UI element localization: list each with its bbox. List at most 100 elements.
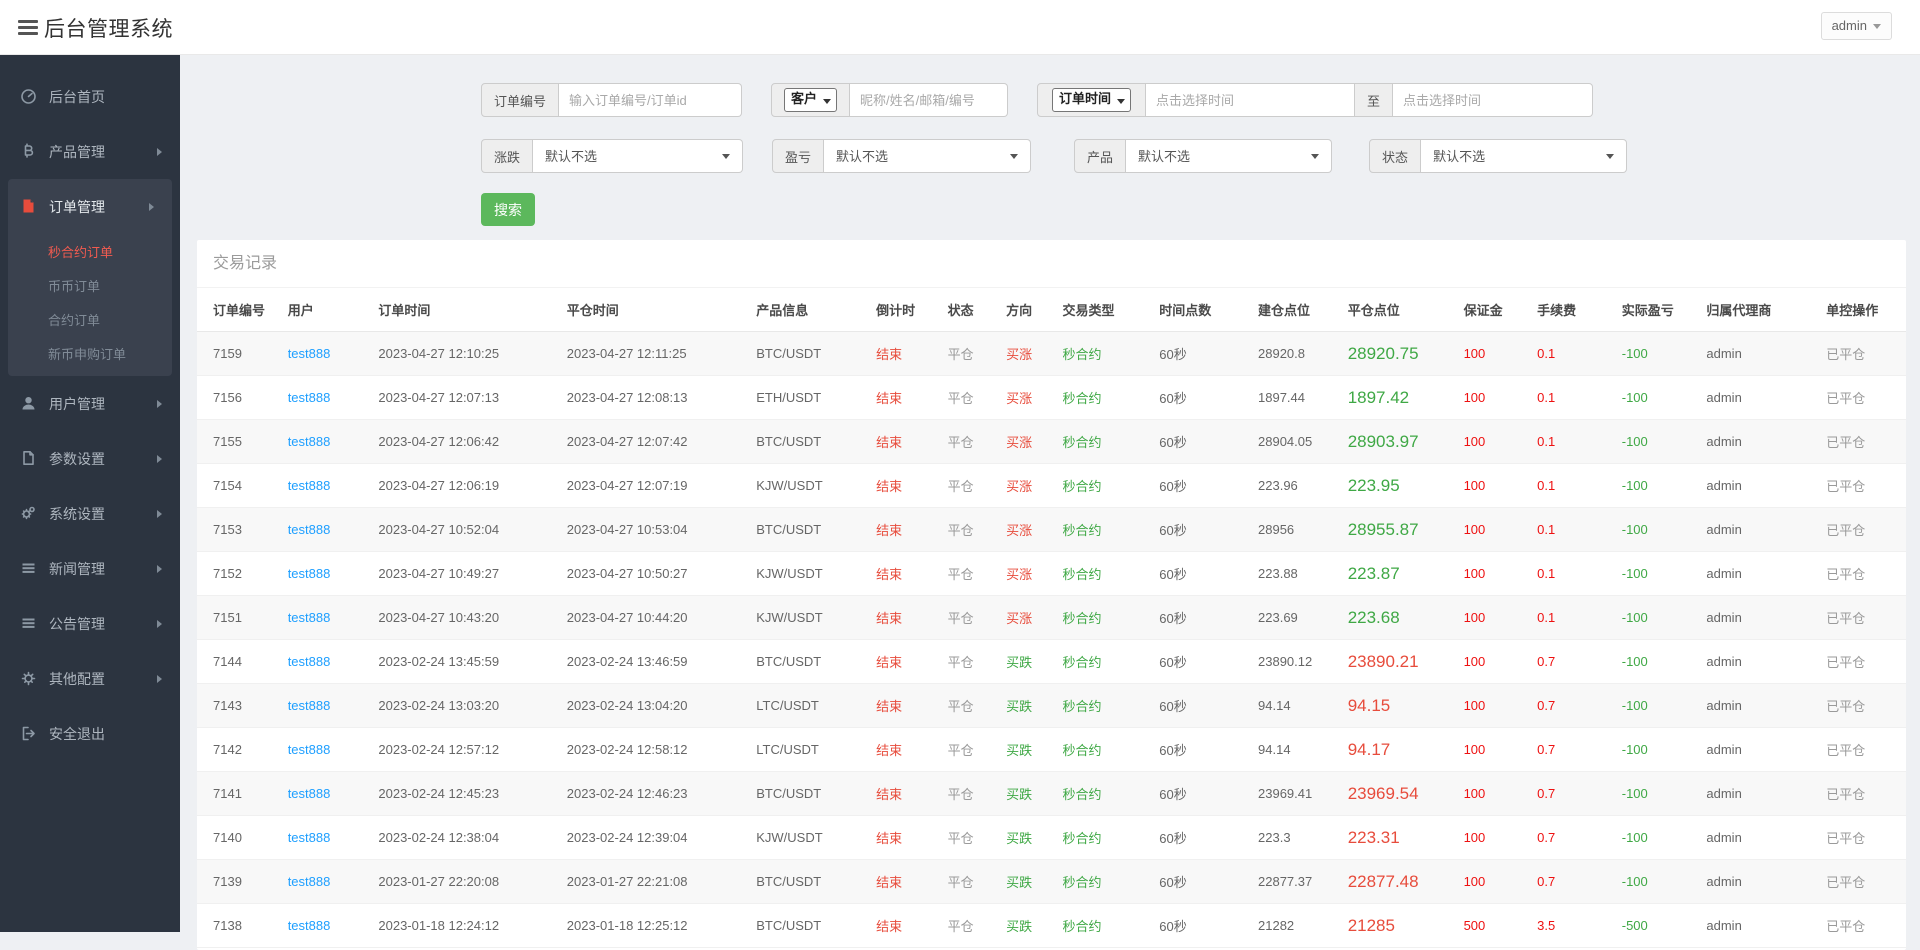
cell-user[interactable]: test888 (288, 464, 379, 508)
cell-open_time: 2023-04-27 12:10:25 (378, 346, 500, 361)
sidebar-subitem-sec-orders[interactable]: 秒合约订单 (8, 234, 172, 268)
cell-close_price: 23890.21 (1347, 651, 1419, 671)
cell-open_price: 94.14 (1258, 698, 1291, 713)
sidebar-item-label: 安全退出 (49, 725, 105, 742)
cell-fee: 0.1 (1537, 478, 1556, 493)
cell-id: 7143 (213, 698, 242, 713)
cell-action: 已平仓 (1826, 523, 1866, 538)
sidebar-subitem-coin-orders[interactable]: 币币订单 (8, 268, 172, 302)
cell-id: 7159 (213, 346, 242, 361)
column-header-user: 用户 (287, 288, 379, 332)
cell-action: 已平仓 (1826, 479, 1866, 494)
updown-label: 涨跌 (481, 139, 534, 173)
sidebar-item-logout[interactable]: 安全退出 (0, 706, 180, 761)
product-select[interactable]: 默认不选 (1126, 140, 1332, 172)
search-button[interactable]: 搜索 (481, 193, 535, 226)
customer-input[interactable] (850, 83, 1009, 117)
cell-status: 平仓 (947, 831, 974, 846)
cell-user[interactable]: test888 (288, 508, 379, 552)
cell-user[interactable]: test888 (288, 332, 379, 376)
chevron-right-icon (157, 619, 162, 628)
sidebar-item-orders[interactable]: 订单管理 (8, 179, 172, 234)
profit-select[interactable]: 默认不选 (824, 140, 1031, 172)
cell-user[interactable]: test888 (288, 640, 379, 684)
column-header-countdown: 倒计时 (876, 288, 948, 332)
sidebar-item-news[interactable]: 新闻管理 (0, 541, 180, 596)
cell-open_price: 28920.8 (1258, 346, 1306, 361)
updown-select[interactable]: 默认不选 (533, 140, 743, 172)
menu-toggle-icon[interactable] (18, 20, 38, 35)
column-header-status: 状态 (947, 288, 1007, 332)
cell-open_price: 223.88 (1258, 566, 1298, 581)
sidebar-item-home[interactable]: 后台首页 (0, 69, 180, 124)
cell-fee: 0.7 (1537, 874, 1556, 889)
cell-close_time: 2023-04-27 12:07:19 (566, 478, 688, 493)
cell-open_time: 2023-01-18 12:24:12 (378, 918, 500, 933)
cell-status: 平仓 (947, 479, 974, 494)
cell-trade_type: 秒合约 (1062, 787, 1102, 802)
cell-period: 60秒 (1159, 831, 1187, 846)
cell-period: 60秒 (1159, 567, 1187, 582)
cell-user[interactable]: test888 (288, 420, 379, 464)
sidebar-item-params[interactable]: 参数设置 (0, 431, 180, 486)
cell-agent: admin (1706, 434, 1742, 449)
cell-action: 已平仓 (1826, 347, 1866, 362)
table-row: 7155 test888 2023-04-27 12:06:42 2023-04-27… (197, 419, 1906, 464)
cell-user[interactable]: test888 (288, 552, 379, 596)
cell-open_price: 23969.41 (1258, 786, 1313, 801)
cell-user[interactable]: test888 (288, 728, 379, 772)
admin-dropdown[interactable]: admin (1820, 12, 1892, 40)
time-type-select[interactable]: 订单时间 (1053, 89, 1131, 108)
sidebar-item-label: 新闻管理 (49, 560, 105, 577)
cell-profit: -100 (1621, 346, 1648, 361)
sidebar-item-label: 公告管理 (49, 615, 105, 632)
cell-open_price: 94.14 (1258, 742, 1291, 757)
cell-period: 60秒 (1159, 479, 1187, 494)
cell-agent: admin (1706, 698, 1742, 713)
cell-fee: 3.5 (1537, 918, 1556, 933)
bitcoin-icon (24, 143, 34, 158)
cell-close_time: 2023-02-24 12:39:04 (566, 830, 688, 845)
column-header-id: 订单编号 (197, 288, 288, 332)
cell-user[interactable]: test888 (288, 904, 379, 948)
trade-records-table: 订单编号 用户 订单时间 平仓时间 产品信息 倒计时 状态 方向 交易类型 时间点数 建仓点位 平仓点… (197, 288, 1906, 948)
customer-type-select[interactable]: 客户 (785, 89, 837, 108)
app-title: 后台管理系统 (44, 18, 173, 41)
sidebar-item-products[interactable]: 产品管理 (0, 124, 180, 179)
cell-agent: admin (1706, 522, 1742, 537)
sidebar-item-users[interactable]: 用户管理 (0, 376, 180, 431)
order-no-input[interactable] (559, 83, 743, 117)
sidebar-item-system[interactable]: 系统设置 (0, 486, 180, 541)
cell-countdown: 结束 (876, 699, 903, 714)
cell-action: 已平仓 (1826, 787, 1866, 802)
cell-trade_type: 秒合约 (1062, 479, 1102, 494)
trade-records-panel: 交易记录 订单编号 用户 订单时间 平仓时间 产品信息 倒计时 状态 方向 交易类型 时间点数 建仓… (197, 240, 1906, 950)
sidebar-item-other[interactable]: 其他配置 (0, 651, 180, 706)
cell-user[interactable]: test888 (288, 860, 379, 904)
cell-fee: 0.1 (1537, 390, 1556, 405)
time-from-input[interactable] (1146, 83, 1356, 117)
profit-label: 盈亏 (772, 139, 825, 173)
sidebar-item-label: 参数设置 (49, 450, 105, 467)
chevron-right-icon (157, 564, 162, 573)
cell-profit: -100 (1621, 566, 1648, 581)
sidebar-subitem-contract-orders[interactable]: 合约订单 (8, 302, 172, 336)
cell-trade_type: 秒合约 (1062, 743, 1102, 758)
cell-countdown: 结束 (876, 479, 903, 494)
product-label: 产品 (1074, 139, 1127, 173)
cell-user[interactable]: test888 (288, 772, 379, 816)
cell-user[interactable]: test888 (288, 596, 379, 640)
cell-user[interactable]: test888 (288, 376, 379, 420)
cell-user[interactable]: test888 (288, 816, 379, 860)
sidebar-subitem-newcoin-orders[interactable]: 新币申购订单 (8, 336, 172, 370)
cell-id: 7140 (213, 830, 242, 845)
cell-agent: admin (1706, 478, 1742, 493)
cell-user[interactable]: test888 (288, 684, 379, 728)
top-bar: 后台管理系统 admin (0, 0, 1920, 55)
cell-id: 7144 (213, 654, 242, 669)
customer-filter-group: 客户 (771, 83, 1009, 117)
cell-direction: 买跌 (1006, 787, 1033, 802)
status-select[interactable]: 默认不选 (1421, 140, 1627, 172)
sidebar-item-notice[interactable]: 公告管理 (0, 596, 180, 651)
time-to-input[interactable] (1393, 83, 1594, 117)
